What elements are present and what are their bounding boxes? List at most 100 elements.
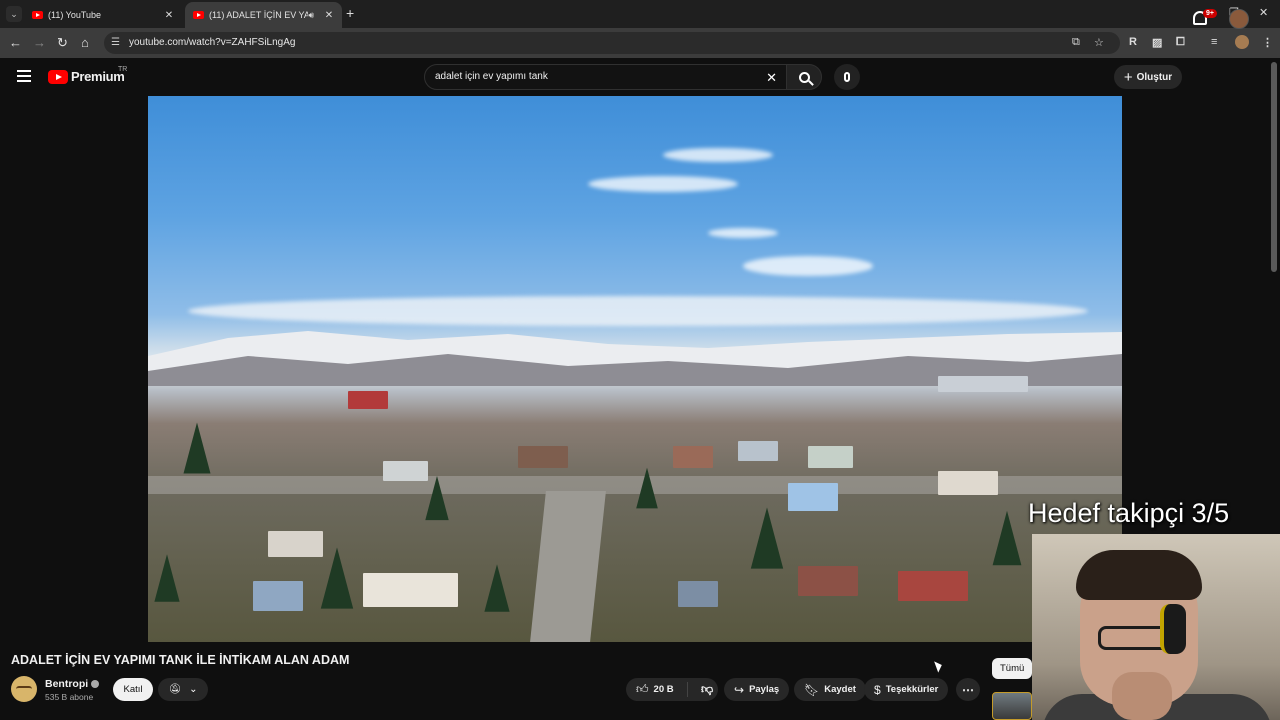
speaker-icon[interactable]: 🔊︎ (308, 10, 314, 21)
close-window-icon[interactable]: ✕ (1259, 6, 1268, 19)
pine-tree (425, 475, 449, 521)
video-player[interactable] (148, 96, 1122, 642)
channel-avatar[interactable] (11, 676, 37, 702)
forward-arrow-icon[interactable]: → (33, 35, 46, 50)
new-tab-plus-icon[interactable]: + (346, 5, 354, 21)
house (738, 441, 778, 461)
house (808, 446, 853, 468)
share-button[interactable]: ↪ Paylaş (724, 678, 790, 701)
create-label: Oluştur (1136, 71, 1173, 83)
verified-check-icon (91, 680, 100, 689)
youtube-favicon-icon (193, 11, 204, 19)
like-button[interactable]: 👍︎ 20 B (626, 682, 688, 697)
subscriber-count: 535 B abone (45, 692, 94, 702)
webcam-hair (1076, 550, 1202, 600)
town-aerial-view (148, 371, 1122, 642)
webcam-headset (1160, 604, 1186, 654)
subscription-notifications-button[interactable]: 🔕︎ ⌄ (158, 678, 208, 701)
house (678, 581, 718, 607)
house (898, 571, 968, 601)
house (253, 581, 303, 611)
webcam-hand (1112, 672, 1172, 720)
filter-chip-all[interactable]: Tümü (992, 658, 1033, 679)
extensions-puzzle-icon[interactable]: ⧠ (1176, 36, 1185, 49)
house (798, 566, 858, 596)
share-arrow-icon: ↪ (734, 682, 745, 697)
search-query-text[interactable]: adalet için ev yapımı tank (435, 71, 548, 82)
channel-name[interactable]: Bentropi (45, 678, 100, 690)
house (383, 461, 428, 481)
search-input[interactable]: adalet için ev yapımı tank ✕ (424, 64, 788, 90)
search-button[interactable] (786, 64, 822, 90)
pine-tree (750, 507, 784, 569)
bookmark-star-icon[interactable]: ☆ (1094, 36, 1104, 49)
install-app-icon[interactable]: ⧉ (1072, 36, 1080, 49)
extension-image-icon[interactable]: ▨ (1152, 36, 1162, 49)
site-info-icon[interactable]: ☰ (111, 37, 120, 48)
streamer-webcam (1032, 534, 1280, 720)
browser-tab-active-video[interactable]: (11) ADALET İÇİN EV YAPIMI TANK İLE İNTİ… (185, 2, 342, 28)
browser-profile-avatar[interactable] (1235, 35, 1249, 49)
cloud (708, 228, 778, 238)
plus-icon: + (1123, 68, 1133, 86)
video-title: ADALET İÇİN EV YAPIMI TANK İLE İNTİKAM A… (11, 653, 350, 667)
reload-icon[interactable]: ↻ (57, 35, 68, 51)
thumbs-down-icon: 👎︎ (701, 682, 714, 696)
page-scrollbar[interactable] (1271, 62, 1277, 272)
youtube-favicon-icon (32, 11, 43, 19)
channel-name-text[interactable]: Bentropi (45, 678, 88, 690)
recommended-video-thumbnail[interactable] (992, 692, 1032, 720)
bell-off-icon: 🔕︎ (168, 684, 182, 695)
street (530, 491, 606, 642)
pine-tree (154, 554, 180, 602)
clear-search-icon[interactable]: ✕ (766, 70, 777, 86)
account-avatar[interactable] (1229, 9, 1249, 29)
logo-region-code: TR (118, 66, 128, 73)
house (268, 531, 323, 557)
youtube-header: Premium TR adalet için ev yapımı tank ✕ … (0, 58, 1280, 96)
logo-premium-text: Premium (71, 69, 125, 84)
tab-close-icon[interactable]: ✕ (322, 10, 336, 21)
like-count: 20 B (653, 684, 674, 695)
thanks-heart-dollar-icon: $ (874, 682, 881, 697)
browser-toolbar: ← → ↻ ⌂ ☰ youtube.com/watch?v=ZAHFSiLngA… (0, 28, 1280, 58)
dislike-button[interactable]: 👎︎ (693, 682, 713, 697)
search-icon (798, 71, 810, 83)
chevron-down-icon: ⌄ (189, 684, 198, 695)
cloud-band (188, 296, 1088, 326)
thumbs-up-icon: 👍︎ (636, 682, 649, 696)
browser-tab-youtube-home[interactable]: (11) YouTube ✕ (24, 2, 182, 28)
house (788, 483, 838, 511)
house (938, 471, 998, 495)
pine-tree (320, 547, 354, 609)
browser-menu-icon[interactable]: ⋮ (1262, 36, 1273, 49)
tab-close-icon[interactable]: ✕ (162, 10, 176, 21)
browser-tab-strip: ⌄ (11) YouTube ✕ (11) ADALET İÇİN EV YAP… (0, 0, 1280, 28)
hamburger-menu-icon[interactable] (17, 70, 31, 82)
join-button[interactable]: Katıl (113, 678, 153, 701)
extension-r-icon[interactable]: R (1129, 36, 1137, 48)
more-actions-icon[interactable]: ⋯ (956, 678, 980, 701)
notification-count-badge: 9+ (1203, 9, 1217, 18)
address-bar[interactable]: ☰ youtube.com/watch?v=ZAHFSiLngAg ⧉ ☆ (104, 32, 1120, 54)
pine-tree (992, 510, 1022, 566)
bookmark-icon: 🔖︎ (804, 682, 820, 697)
url-text[interactable]: youtube.com/watch?v=ZAHFSiLngAg (129, 37, 295, 48)
cloud (743, 256, 873, 276)
home-icon[interactable]: ⌂ (81, 35, 89, 50)
tab-title: (11) ADALET İÇİN EV YAPIMI TANK İLE İNTİ… (209, 10, 309, 20)
reading-list-icon[interactable]: ≡ (1211, 36, 1217, 48)
back-arrow-icon[interactable]: ← (9, 35, 22, 50)
tab-search-chevron-icon[interactable]: ⌄ (6, 6, 22, 22)
save-button[interactable]: 🔖︎ Kaydet (794, 678, 866, 701)
microphone-icon (844, 72, 850, 82)
house (938, 376, 1028, 392)
youtube-premium-logo[interactable]: Premium TR (48, 66, 128, 84)
cloud (588, 176, 738, 192)
share-label: Paylaş (749, 684, 780, 695)
thanks-label: Teşekkürler (885, 684, 939, 695)
thanks-button[interactable]: $ Teşekkürler (864, 678, 949, 701)
pine-tree (636, 467, 658, 509)
voice-search-button[interactable] (834, 64, 860, 90)
create-button[interactable]: + Oluştur (1114, 65, 1182, 89)
